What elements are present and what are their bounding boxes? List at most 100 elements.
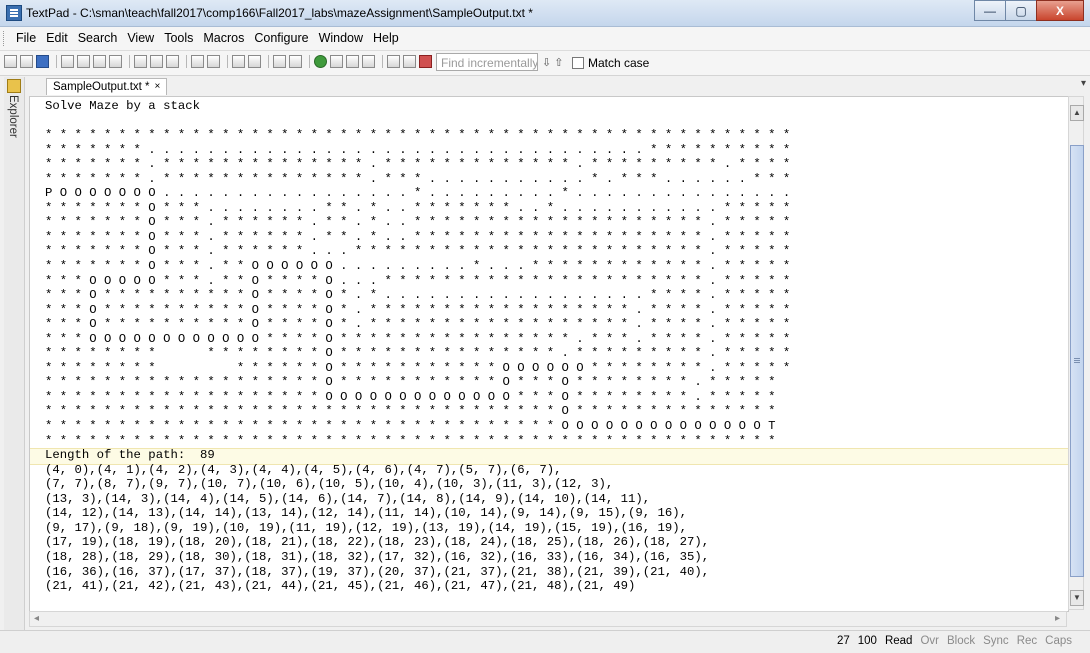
- text-line[interactable]: * * * * * * * . * * * * * * * * * * * * …: [45, 157, 790, 171]
- menu-search[interactable]: Search: [78, 31, 118, 45]
- tab-sampleoutput[interactable]: SampleOutput.txt * ×: [46, 78, 168, 95]
- maximize-button[interactable]: ▢: [1005, 0, 1037, 21]
- open-file-icon[interactable]: [20, 55, 33, 68]
- text-line[interactable]: * * * * * * * * * * * * * * * * * * * * …: [45, 128, 790, 142]
- undo-icon[interactable]: [191, 55, 204, 68]
- cut-icon[interactable]: [134, 55, 147, 68]
- text-line[interactable]: * * * * * * * * * * * * * * * * * * * * …: [45, 404, 776, 418]
- vertical-scroll-thumb[interactable]: [1070, 145, 1084, 577]
- text-line[interactable]: * * * * * * * O * * * . * * O O O O O O …: [45, 259, 790, 273]
- text-line[interactable]: * * * * * * * * * * * * * * * * * * * * …: [45, 434, 776, 448]
- scroll-left-icon[interactable]: ◂: [34, 613, 39, 624]
- vertical-scrollbar[interactable]: ▲ ▼: [1068, 96, 1084, 610]
- paste-icon[interactable]: [166, 55, 179, 68]
- copy-icon[interactable]: [150, 55, 163, 68]
- text-line[interactable]: (4, 0),(4, 1),(4, 2),(4, 3),(4, 4),(4, 5…: [45, 463, 562, 477]
- text-line[interactable]: * * * * * * * * * * * * * * * * * * * O …: [45, 390, 776, 404]
- text-line[interactable]: * * * * * * * O * * * . * * * * * * . . …: [45, 244, 790, 258]
- menu-macros[interactable]: Macros: [203, 31, 244, 45]
- text-line[interactable]: * * * * * * * O * * * . . . . . . . . * …: [45, 201, 790, 215]
- tab-list-chevron-icon[interactable]: ▾: [1081, 78, 1086, 89]
- minimize-button[interactable]: —: [974, 0, 1006, 21]
- text-line[interactable]: * * * O * * * * * * * * * * O * * * * O …: [45, 317, 790, 331]
- toolbar: Find incrementally ⇩ ⇧ Match case: [0, 51, 1090, 76]
- text-line[interactable]: (9, 17),(9, 18),(9, 19),(10, 19),(11, 19…: [45, 521, 687, 535]
- status-block[interactable]: Block: [947, 635, 975, 647]
- text-line[interactable]: (7, 7),(8, 7),(9, 7),(10, 7),(10, 6),(10…: [45, 477, 613, 491]
- textpad-app-icon[interactable]: [6, 5, 22, 21]
- editor-area[interactable]: Solve Maze by a stack * * * * * * * * * …: [29, 96, 1069, 612]
- sort-icon[interactable]: [346, 55, 359, 68]
- menu-bar: File Edit Search View Tools Macros Confi…: [0, 27, 1090, 51]
- text-line[interactable]: (14, 12),(14, 13),(14, 14),(13, 14),(12,…: [45, 506, 687, 520]
- status-read[interactable]: Read: [885, 635, 913, 647]
- explorer-panel[interactable]: Explorer: [4, 77, 25, 633]
- status-rec[interactable]: Rec: [1017, 635, 1037, 647]
- text-line[interactable]: * * * O O O O O * * * . * * O * * * * O …: [45, 274, 790, 288]
- text-line[interactable]: * * * * * * * . . . . . . . . . . . . . …: [45, 143, 790, 157]
- redo-icon[interactable]: [207, 55, 220, 68]
- pilcrow-icon[interactable]: [289, 55, 302, 68]
- toolbar-separator: [56, 55, 57, 68]
- status-caps[interactable]: Caps: [1045, 635, 1072, 647]
- word-wrap-icon[interactable]: [273, 55, 286, 68]
- menu-file[interactable]: File: [16, 31, 36, 45]
- find-direction-arrows-icon[interactable]: ⇩ ⇧: [542, 56, 564, 69]
- text-line[interactable]: * * * * * * * O * * * . * * * * * * . * …: [45, 215, 790, 229]
- page-setup-icon[interactable]: [109, 55, 122, 68]
- text-line[interactable]: * * * * * * * * * * * * * * O * * * * * …: [45, 361, 790, 375]
- menu-edit[interactable]: Edit: [46, 31, 68, 45]
- new-file-icon[interactable]: [4, 55, 17, 68]
- text-line[interactable]: (16, 36),(16, 37),(17, 37),(18, 37),(19,…: [45, 565, 709, 579]
- scroll-down-icon[interactable]: ▼: [1070, 590, 1084, 606]
- find-icon[interactable]: [387, 55, 400, 68]
- text-line[interactable]: P O O O O O O O . . . . . . . . . . . . …: [45, 186, 790, 200]
- print-preview-icon[interactable]: [93, 55, 106, 68]
- find-in-files-icon[interactable]: [419, 55, 432, 68]
- scroll-right-icon[interactable]: ▸: [1055, 613, 1060, 624]
- web-browser-icon[interactable]: [314, 55, 327, 68]
- menu-help[interactable]: Help: [373, 31, 399, 45]
- text-line[interactable]: (13, 3),(14, 3),(14, 4),(14, 5),(14, 6),…: [45, 492, 650, 506]
- save-all-icon[interactable]: [61, 55, 74, 68]
- text-line[interactable]: (21, 41),(21, 42),(21, 43),(21, 44),(21,…: [45, 579, 635, 593]
- toolbar-separator: [186, 55, 187, 68]
- menu-window[interactable]: Window: [319, 31, 363, 45]
- document-text[interactable]: Solve Maze by a stack * * * * * * * * * …: [45, 99, 790, 594]
- menu-configure[interactable]: Configure: [254, 31, 308, 45]
- compare-icon[interactable]: [362, 55, 375, 68]
- text-line[interactable]: * * * * * * * * * * * * * * * * * * * * …: [45, 419, 776, 433]
- status-fields: 27 100 Read Ovr Block Sync Rec Caps: [829, 635, 1072, 647]
- text-line[interactable]: (18, 28),(18, 29),(18, 30),(18, 31),(18,…: [45, 550, 709, 564]
- text-line[interactable]: * * * O * * * * * * * * * * O * * * * O …: [45, 303, 790, 317]
- text-line[interactable]: * * * * * * * O * * * . * * * * * * . * …: [45, 230, 790, 244]
- find-incrementally-input[interactable]: Find incrementally: [436, 53, 538, 71]
- close-button[interactable]: X: [1036, 0, 1084, 21]
- unindent-icon[interactable]: [248, 55, 261, 68]
- text-line[interactable]: * * * O * * * * * * * * * * O * * * * O …: [45, 288, 790, 302]
- window-controls: — ▢ X: [974, 0, 1084, 21]
- match-case-option[interactable]: Match case: [572, 56, 649, 70]
- indent-icon[interactable]: [232, 55, 245, 68]
- text-line[interactable]: * * * * * * * . * * * * * * * * * * * * …: [45, 172, 790, 186]
- print-icon[interactable]: [77, 55, 90, 68]
- text-line[interactable]: Length of the path: 89: [45, 448, 215, 462]
- title-bar[interactable]: TextPad - C:\sman\teach\fall2017\comp166…: [0, 0, 1090, 27]
- explorer-icon[interactable]: [7, 79, 21, 93]
- text-line[interactable]: (17, 19),(18, 19),(18, 20),(18, 21),(18,…: [45, 535, 709, 549]
- tab-close-icon[interactable]: ×: [155, 79, 161, 95]
- save-icon[interactable]: [36, 55, 49, 68]
- text-line[interactable]: Solve Maze by a stack: [45, 99, 200, 113]
- menu-view[interactable]: View: [127, 31, 154, 45]
- text-line[interactable]: * * * O O O O O O O O O O O O * * * * O …: [45, 332, 790, 346]
- text-line[interactable]: * * * * * * * * * * * * * * * * O * * * …: [45, 346, 790, 360]
- scroll-up-icon[interactable]: ▲: [1070, 105, 1084, 121]
- text-line[interactable]: * * * * * * * * * * * * * * * * * * * O …: [45, 375, 776, 389]
- menu-tools[interactable]: Tools: [164, 31, 193, 45]
- match-case-checkbox[interactable]: [572, 57, 584, 69]
- status-sync[interactable]: Sync: [983, 635, 1009, 647]
- horizontal-scrollbar[interactable]: ◂ ▸: [29, 611, 1067, 627]
- replace-icon[interactable]: [403, 55, 416, 68]
- status-ovr[interactable]: Ovr: [920, 635, 939, 647]
- spell-check-icon[interactable]: [330, 55, 343, 68]
